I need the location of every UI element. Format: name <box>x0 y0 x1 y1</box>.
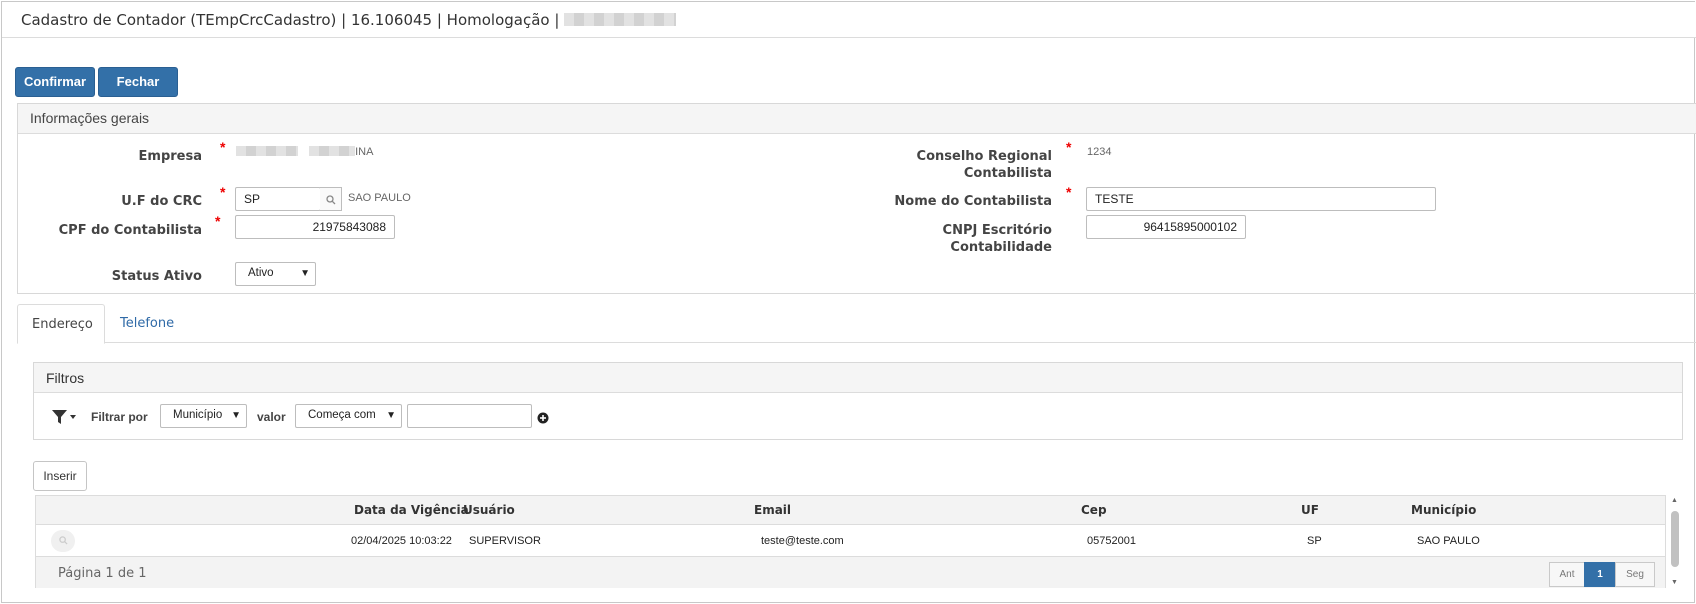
conselho-label-line2: Contabilista <box>963 166 1052 181</box>
close-button[interactable]: Fechar <box>98 67 178 97</box>
conselho-label: Conselho Regional Contabilista <box>852 148 1052 182</box>
magnifier-icon[interactable] <box>51 530 75 552</box>
app-window: Cadastro de Contador (TEmpCrcCadastro) |… <box>1 1 1696 603</box>
search-icon[interactable] <box>320 187 342 211</box>
cnpj-label: CNPJ Escritório Contabilidade <box>852 222 1052 256</box>
tab-bar: Endereço Telefone <box>17 304 1696 344</box>
filter-by-label: Filtrar por <box>91 410 148 424</box>
scroll-up-icon[interactable]: ▲ <box>1671 497 1678 504</box>
scroll-down-icon[interactable]: ▼ <box>1671 579 1678 586</box>
current-page-button[interactable]: 1 <box>1584 562 1616 587</box>
required-mark: * <box>1066 139 1072 155</box>
conselho-label-line1: Conselho Regional <box>916 149 1052 164</box>
uf-crc-description: SAO PAULO <box>348 192 411 204</box>
required-mark: * <box>220 184 226 200</box>
cpf-label: CPF do Contabilista <box>58 223 202 238</box>
filter-field-value: Município <box>173 409 223 421</box>
chevron-down-icon: ▼ <box>231 410 241 421</box>
grid-footer: Página 1 de 1 Ant 1 Seg <box>36 556 1665 588</box>
value-label: valor <box>257 410 286 424</box>
empresa-value: INA <box>236 146 373 158</box>
required-mark: * <box>220 139 226 155</box>
cell-uf: SP <box>1307 535 1322 547</box>
redacted-environment <box>564 13 677 26</box>
scroll-thumb[interactable] <box>1671 511 1679 567</box>
chevron-down-icon: ▼ <box>300 268 310 279</box>
tab-endereco[interactable]: Endereço <box>17 304 105 344</box>
status-label: Status Ativo <box>111 269 202 284</box>
window-title: Cadastro de Contador (TEmpCrcCadastro) |… <box>21 11 677 29</box>
filters-panel: Filtros <box>33 362 1683 440</box>
cell-municipio: SAO PAULO <box>1417 535 1480 547</box>
cnpj-input[interactable]: 96415895000102 <box>1086 215 1246 239</box>
filter-operator-select[interactable]: Começa com ▼ <box>295 404 402 428</box>
filter-value-input[interactable] <box>407 404 532 428</box>
redacted-empresa-2 <box>309 146 356 156</box>
uf-crc-input[interactable]: SP <box>235 187 321 211</box>
title-bar: Cadastro de Contador (TEmpCrcCadastro) |… <box>2 2 1696 38</box>
redacted-empresa-1 <box>236 146 298 156</box>
required-mark: * <box>215 213 221 229</box>
filter-operator-value: Começa com <box>308 409 376 421</box>
column-header[interactable]: UF <box>1301 503 1319 517</box>
next-page-button[interactable]: Seg <box>1615 562 1655 587</box>
status-select-value: Ativo <box>248 267 274 279</box>
empresa-value-suffix: INA <box>355 146 374 158</box>
insert-button[interactable]: Inserir <box>33 461 87 491</box>
cell-email: teste@teste.com <box>761 535 844 547</box>
filter-field-select[interactable]: Município ▼ <box>160 404 247 428</box>
confirm-button[interactable]: Confirmar <box>15 67 95 97</box>
cnpj-label-line2: Contabilidade <box>950 240 1052 255</box>
column-header[interactable]: Usuário <box>463 503 515 517</box>
general-info-header: Informações gerais <box>18 104 1696 134</box>
page-info: Página 1 de 1 <box>58 566 147 581</box>
chevron-down-icon: ▼ <box>386 410 396 421</box>
column-header[interactable]: Data da Vigência <box>354 503 469 517</box>
prev-page-button[interactable]: Ant <box>1549 562 1585 587</box>
grid-header: Data da Vigência Usuário Email Cep UF Mu… <box>36 496 1665 525</box>
column-header[interactable]: Email <box>754 503 791 517</box>
nome-input[interactable]: TESTE <box>1086 187 1436 211</box>
tab-telefone[interactable]: Telefone <box>106 304 188 344</box>
window-title-text: Cadastro de Contador (TEmpCrcCadastro) |… <box>21 11 560 29</box>
plus-circle-icon[interactable] <box>537 411 549 429</box>
conselho-value: 1234 <box>1087 146 1112 158</box>
cell-date: 02/04/2025 10:03:22 <box>351 535 452 547</box>
cnpj-label-line1: CNPJ Escritório <box>942 223 1052 238</box>
filter-icon[interactable] <box>52 409 78 430</box>
status-select[interactable]: Ativo ▼ <box>235 262 316 286</box>
cpf-input[interactable]: 21975843088 <box>235 215 395 239</box>
nome-label: Nome do Contabilista <box>894 194 1052 209</box>
empresa-label: Empresa <box>138 149 202 164</box>
cell-user: SUPERVISOR <box>469 535 541 547</box>
grid-scrollbar[interactable]: ▲ ▼ <box>1668 495 1682 588</box>
address-grid: Data da Vigência Usuário Email Cep UF Mu… <box>35 495 1666 588</box>
column-header[interactable]: Município <box>1411 503 1476 517</box>
column-header[interactable]: Cep <box>1081 503 1107 517</box>
cell-cep: 05752001 <box>1087 535 1136 547</box>
required-mark: * <box>1066 184 1072 200</box>
filters-header: Filtros <box>34 363 1682 393</box>
uf-crc-label: U.F do CRC <box>121 194 202 209</box>
